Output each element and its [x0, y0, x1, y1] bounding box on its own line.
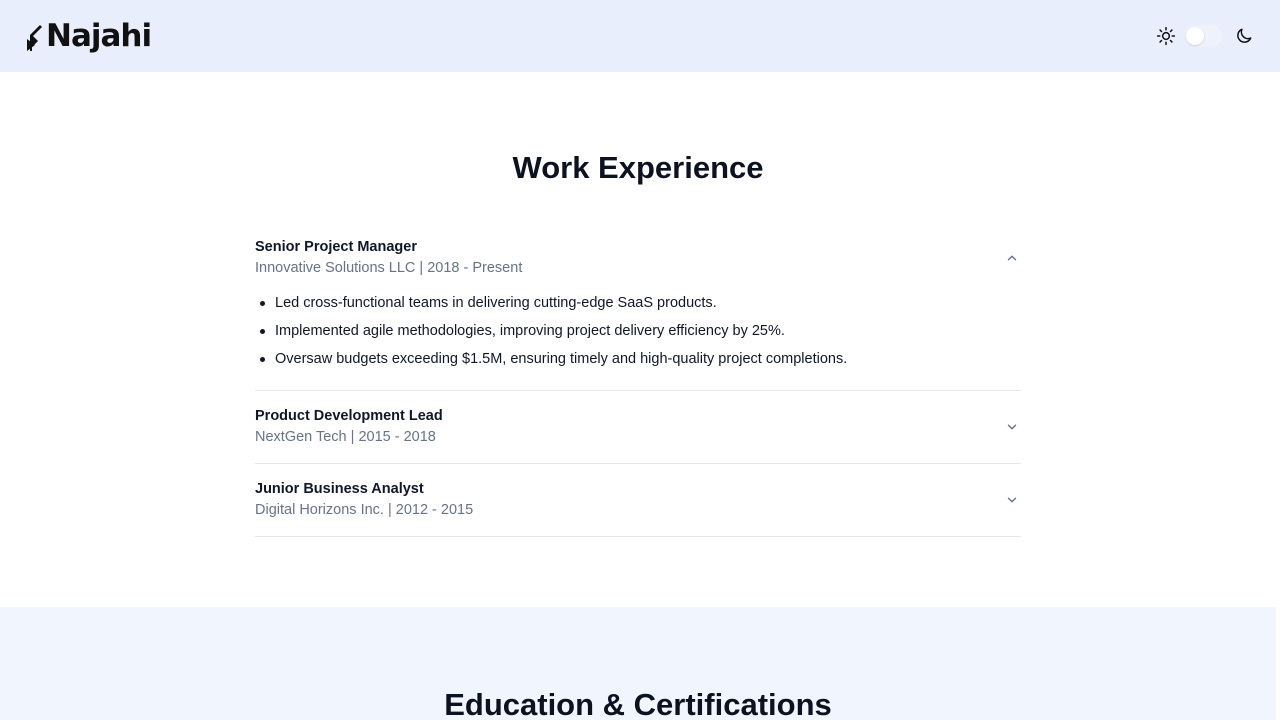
experience-item-heading: Product Development Lead NextGen Tech | …: [255, 407, 443, 447]
experience-item-header[interactable]: Product Development Lead NextGen Tech | …: [255, 391, 1021, 463]
logo-link[interactable]: Najahi: [26, 14, 152, 58]
experience-item: Senior Project Manager Innovative Soluti…: [255, 226, 1021, 391]
experience-item: Junior Business Analyst Digital Horizons…: [255, 464, 1021, 537]
moon-icon[interactable]: [1234, 26, 1254, 46]
logo-text: Najahi: [46, 18, 152, 54]
theme-switch: [1156, 24, 1254, 48]
top-navigation-bar: Najahi: [0, 0, 1280, 72]
experience-item-heading: Senior Project Manager Innovative Soluti…: [255, 238, 522, 278]
theme-toggle-switch[interactable]: [1184, 25, 1222, 47]
toggle-knob: [1186, 27, 1204, 45]
education-title: Education & Certifications: [444, 687, 832, 722]
chevron-down-icon[interactable]: [1005, 420, 1019, 434]
job-title: Product Development Lead: [255, 408, 443, 424]
experience-item-header[interactable]: Senior Project Manager Innovative Soluti…: [255, 226, 1021, 282]
experience-item-header[interactable]: Junior Business Analyst Digital Horizons…: [255, 464, 1021, 536]
logo-mark-icon: [27, 25, 42, 51]
responsibilities-list: Led cross-functional teams in delivering…: [255, 289, 1021, 373]
experience-item-details: Led cross-functional teams in delivering…: [255, 282, 1021, 390]
company-and-dates: Innovative Solutions LLC | 2018 - Presen…: [255, 260, 523, 276]
work-experience-accordion: Senior Project Manager Innovative Soluti…: [255, 226, 1021, 537]
responsibility-item: Oversaw budgets exceeding $1.5M, ensurin…: [255, 345, 1021, 373]
chevron-down-icon[interactable]: [1005, 493, 1019, 507]
experience-item-heading: Junior Business Analyst Digital Horizons…: [255, 480, 473, 520]
responsibility-item: Implemented agile methodologies, improvi…: [255, 317, 1021, 345]
experience-item: Product Development Lead NextGen Tech | …: [255, 391, 1021, 464]
company-and-dates: Digital Horizons Inc. | 2012 - 2015: [255, 502, 474, 518]
chevron-up-icon[interactable]: [1005, 251, 1019, 265]
responsibility-item: Led cross-functional teams in delivering…: [255, 289, 1021, 317]
job-title: Junior Business Analyst: [255, 481, 424, 497]
work-experience-title: Work Experience: [512, 150, 764, 185]
company-and-dates: NextGen Tech | 2015 - 2018: [255, 429, 436, 445]
sun-icon[interactable]: [1156, 26, 1176, 46]
job-title: Senior Project Manager: [255, 239, 417, 255]
